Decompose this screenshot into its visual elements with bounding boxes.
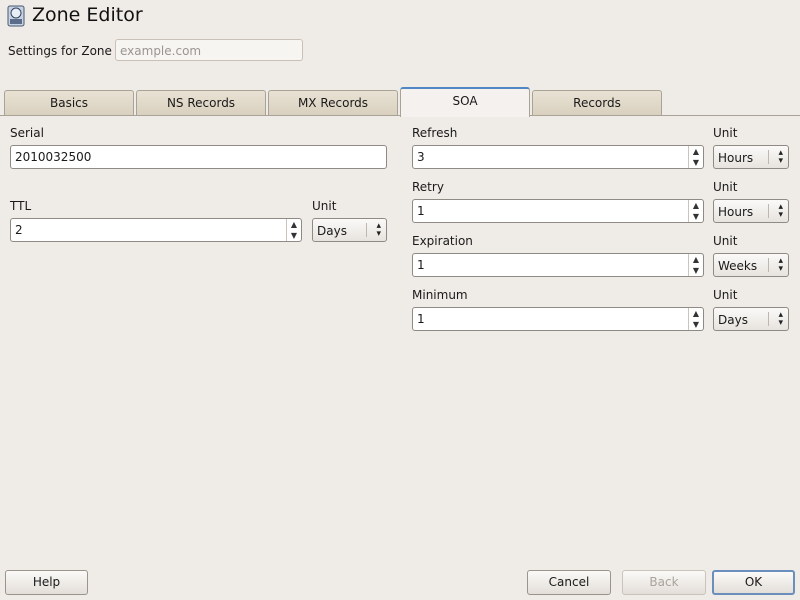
ttl-spin-arrows[interactable]: ▲ ▼: [286, 219, 301, 241]
spin-down-icon[interactable]: ▼: [689, 157, 703, 168]
minimum-label: Minimum: [412, 288, 468, 302]
combo-separator: [768, 258, 769, 272]
refresh-unit-label: Unit: [713, 126, 738, 140]
serial-value: 2010032500: [15, 150, 92, 164]
retry-unit-select[interactable]: Hours ▴ ▾: [713, 199, 789, 223]
expiration-spinbox[interactable]: 1 ▲ ▼: [412, 253, 704, 277]
retry-spinbox[interactable]: 1 ▲ ▼: [412, 199, 704, 223]
expiration-unit-label: Unit: [713, 234, 738, 248]
spin-up-icon[interactable]: ▲: [287, 219, 301, 230]
help-button[interactable]: Help: [5, 570, 88, 595]
combo-separator: [768, 312, 769, 326]
minimum-unit-value: Days: [718, 313, 748, 327]
combo-arrows-icon: ▴ ▾: [376, 221, 381, 239]
refresh-spinbox[interactable]: 3 ▲ ▼: [412, 145, 704, 169]
zone-name-field[interactable]: example.com: [115, 39, 303, 61]
retry-unit-value: Hours: [718, 205, 754, 219]
ok-button[interactable]: OK: [712, 570, 795, 595]
zone-label: Settings for Zone: [8, 44, 112, 58]
refresh-label: Refresh: [412, 126, 458, 140]
expiration-spin-arrows[interactable]: ▲ ▼: [688, 254, 703, 276]
spin-up-icon[interactable]: ▲: [689, 254, 703, 265]
ttl-value: 2: [15, 223, 23, 237]
serial-label: Serial: [10, 126, 44, 140]
combo-arrows-icon: ▴ ▾: [778, 256, 783, 274]
minimum-spinbox[interactable]: 1 ▲ ▼: [412, 307, 704, 331]
ttl-unit-label: Unit: [312, 199, 337, 213]
cancel-button[interactable]: Cancel: [527, 570, 611, 595]
ttl-unit-value: Days: [317, 224, 347, 238]
combo-separator: [768, 204, 769, 218]
expiration-unit-select[interactable]: Weeks ▴ ▾: [713, 253, 789, 277]
minimum-unit-label: Unit: [713, 288, 738, 302]
combo-arrows-icon: ▴ ▾: [778, 148, 783, 166]
spin-down-icon[interactable]: ▼: [689, 265, 703, 276]
serial-field[interactable]: 2010032500: [10, 145, 387, 169]
tab-basics[interactable]: Basics: [4, 90, 134, 115]
minimum-unit-select[interactable]: Days ▴ ▾: [713, 307, 789, 331]
retry-value: 1: [417, 204, 425, 218]
spin-down-icon[interactable]: ▼: [287, 230, 301, 241]
combo-separator: [366, 223, 367, 237]
spin-up-icon[interactable]: ▲: [689, 146, 703, 157]
ttl-spinbox[interactable]: 2 ▲ ▼: [10, 218, 302, 242]
refresh-unit-select[interactable]: Hours ▴ ▾: [713, 145, 789, 169]
minimum-spin-arrows[interactable]: ▲ ▼: [688, 308, 703, 330]
expiration-value: 1: [417, 258, 425, 272]
tab-ns-records[interactable]: NS Records: [136, 90, 266, 115]
retry-spin-arrows[interactable]: ▲ ▼: [688, 200, 703, 222]
spin-down-icon[interactable]: ▼: [689, 319, 703, 330]
combo-separator: [768, 150, 769, 164]
retry-unit-label: Unit: [713, 180, 738, 194]
ttl-label: TTL: [10, 199, 32, 213]
retry-label: Retry: [412, 180, 444, 194]
tab-soa[interactable]: SOA: [400, 87, 530, 117]
dns-server-icon: [6, 5, 26, 27]
combo-arrows-icon: ▴ ▾: [778, 310, 783, 328]
spin-up-icon[interactable]: ▲: [689, 200, 703, 211]
expiration-unit-value: Weeks: [718, 259, 758, 273]
zone-name-placeholder: example.com: [120, 44, 202, 58]
refresh-unit-value: Hours: [718, 151, 754, 165]
spin-up-icon[interactable]: ▲: [689, 308, 703, 319]
expiration-label: Expiration: [412, 234, 473, 248]
ttl-unit-select[interactable]: Days ▴ ▾: [312, 218, 387, 242]
tab-records[interactable]: Records: [532, 90, 662, 115]
window-title: Zone Editor: [32, 4, 143, 26]
spin-down-icon[interactable]: ▼: [689, 211, 703, 222]
refresh-spin-arrows[interactable]: ▲ ▼: [688, 146, 703, 168]
minimum-value: 1: [417, 312, 425, 326]
combo-arrows-icon: ▴ ▾: [778, 202, 783, 220]
refresh-value: 3: [417, 150, 425, 164]
tab-mx-records[interactable]: MX Records: [268, 90, 398, 115]
back-button[interactable]: Back: [622, 570, 706, 595]
